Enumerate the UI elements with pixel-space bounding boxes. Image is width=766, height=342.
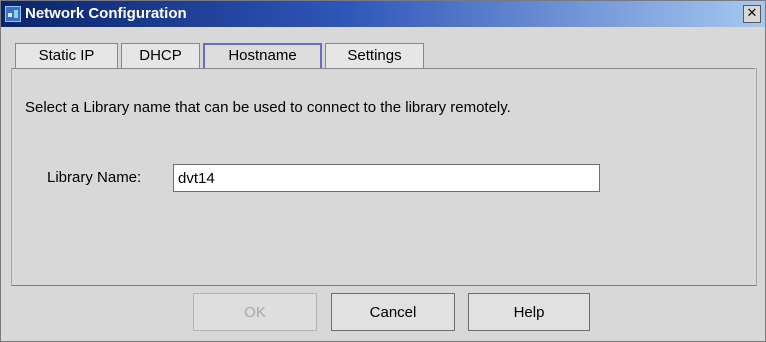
cancel-button[interactable]: Cancel [331, 293, 455, 331]
instruction-text: Select a Library name that can be used t… [25, 99, 511, 116]
title-bar[interactable]: Network Configuration ✕ [1, 1, 765, 27]
ok-button[interactable]: OK [193, 293, 317, 331]
tab-dhcp[interactable]: DHCP [121, 43, 200, 68]
help-button[interactable]: Help [468, 293, 590, 331]
button-bar-separator [11, 285, 757, 286]
window-title: Network Configuration [25, 5, 187, 22]
tab-hostname[interactable]: Hostname [203, 43, 322, 68]
tab-static-ip[interactable]: Static IP [15, 43, 118, 68]
tab-settings[interactable]: Settings [325, 43, 424, 68]
close-icon[interactable]: ✕ [743, 5, 761, 23]
network-config-icon [5, 6, 21, 22]
library-name-label: Library Name: [47, 169, 142, 186]
network-config-dialog: Network Configuration ✕ Static IP DHCP H… [0, 0, 766, 342]
library-name-input[interactable] [173, 164, 600, 192]
